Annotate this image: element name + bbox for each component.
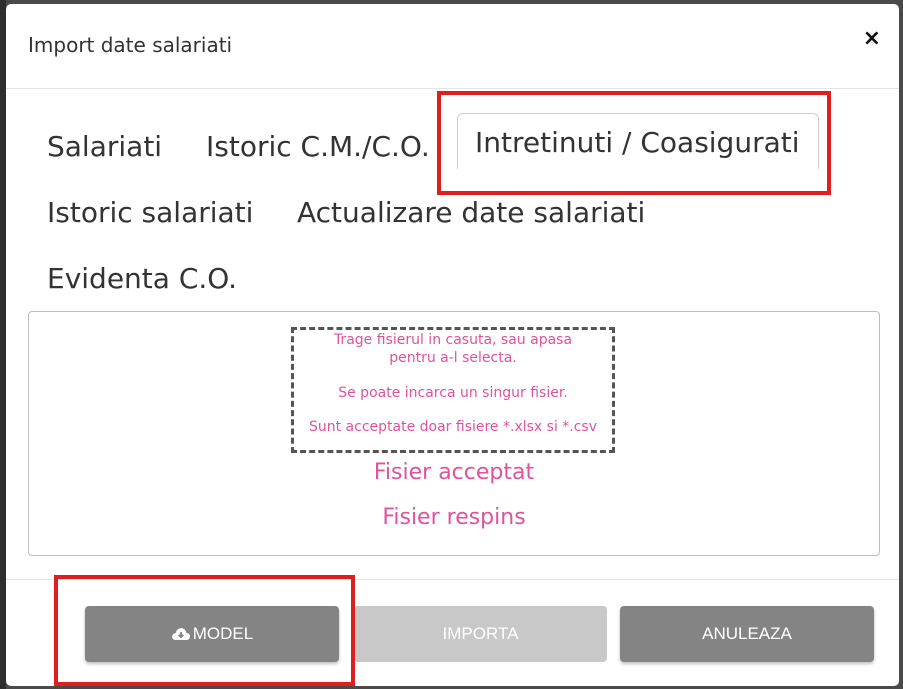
cloud-download-icon [171, 628, 190, 640]
import-dialog: Import date salariati × Salariati Istori… [6, 4, 899, 686]
cancel-button[interactable]: ANULEAZA [620, 606, 874, 662]
close-icon[interactable]: × [863, 26, 881, 51]
dropzone-instruction-line2: pentru a-l selecta. [389, 350, 517, 366]
tab-istoric-salariati[interactable]: Istoric salariati [47, 196, 253, 229]
file-rejected-label: Fisier respins [382, 505, 526, 530]
tab-evidenta-co[interactable]: Evidenta C.O. [47, 262, 237, 295]
tab-intretinuti-coasigurati[interactable]: Intretinuti / Coasigurati [457, 113, 819, 169]
cancel-button-label: ANULEAZA [702, 624, 792, 643]
dialog-header: Import date salariati × [6, 4, 899, 89]
tab-istoric-cm-co[interactable]: Istoric C.M./C.O. [206, 130, 430, 163]
dropzone-instruction-line1: Trage fisierul in casuta, sau apasa [333, 332, 573, 348]
upload-panel: Trage fisierul in casuta, sau apasa pent… [28, 311, 880, 556]
model-button-label: MODEL [192, 624, 254, 643]
dialog-title: Import date salariati [28, 33, 233, 57]
tab-actualizare-date-salariati[interactable]: Actualizare date salariati [297, 196, 645, 229]
import-button[interactable]: IMPORTA [354, 606, 607, 662]
dropzone-single-file-note: Se poate incarca un singur fisier. [338, 385, 568, 401]
file-dropzone[interactable]: Trage fisierul in casuta, sau apasa pent… [291, 327, 615, 453]
file-accepted-label: Fisier acceptat [373, 460, 535, 485]
model-button[interactable]: MODEL [85, 606, 339, 662]
tab-salariati[interactable]: Salariati [47, 130, 162, 163]
footer-divider [6, 579, 899, 580]
import-button-label: IMPORTA [442, 624, 519, 643]
dropzone-accepted-formats: Sunt acceptate doar fisiere *.xlsx si *.… [308, 419, 598, 435]
